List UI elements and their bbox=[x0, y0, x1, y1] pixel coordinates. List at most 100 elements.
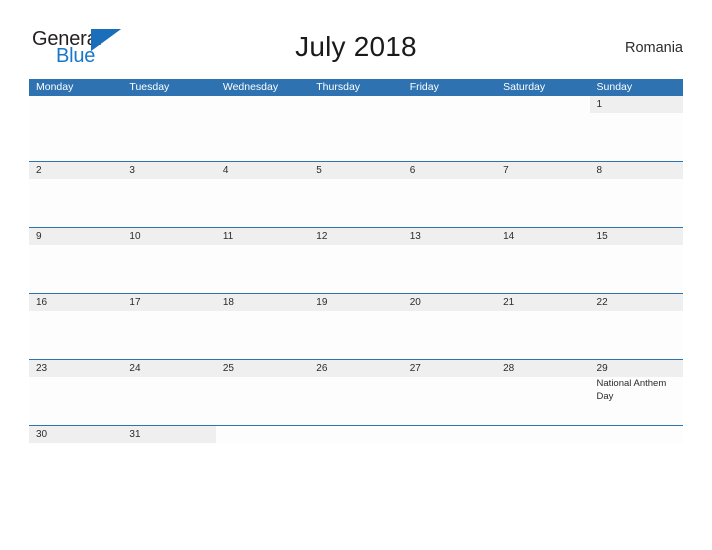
day-cell-28[interactable]: 28 bbox=[496, 360, 590, 425]
day-number: 29 bbox=[596, 363, 608, 374]
day-number: 4 bbox=[222, 165, 229, 176]
day-number: 3 bbox=[129, 165, 135, 176]
day-cell-6[interactable]: 6 bbox=[402, 162, 497, 227]
day-cell-empty bbox=[403, 426, 496, 444]
day-cell-1[interactable]: 1 bbox=[589, 96, 683, 161]
day-cell-26[interactable]: 26 bbox=[309, 360, 403, 425]
day-cell-22[interactable]: 22 bbox=[589, 294, 683, 359]
day-cell-31[interactable]: 31 bbox=[122, 426, 216, 444]
weekday-header-monday: Monday bbox=[36, 81, 74, 93]
day-number: 18 bbox=[222, 297, 234, 308]
day-number: 15 bbox=[596, 231, 608, 242]
day-cell-2[interactable]: 2 bbox=[29, 162, 123, 227]
day-number: 9 bbox=[36, 231, 42, 242]
weekday-header-saturday: Saturday bbox=[503, 81, 546, 93]
day-number-band bbox=[402, 162, 497, 179]
day-cell-17[interactable]: 17 bbox=[122, 294, 216, 359]
calendar-week-row: 2 3 4 5 6 7 8 bbox=[29, 161, 683, 227]
day-number-band bbox=[29, 162, 123, 179]
day-cell-20[interactable]: 20 bbox=[402, 294, 497, 359]
day-cell-10[interactable]: 10 bbox=[122, 228, 216, 293]
calendar-week-row: 1 bbox=[29, 96, 683, 161]
day-number: 20 bbox=[409, 297, 421, 308]
day-cell-15[interactable]: 15 bbox=[589, 228, 683, 293]
week-body: 23 24 25 26 27 28 29 National Anthem Day bbox=[29, 360, 683, 425]
calendar-page: General Blue July 2018 Romania Monday Tue… bbox=[0, 0, 712, 550]
calendar-week-row: 30 31 bbox=[29, 425, 683, 444]
day-number-band bbox=[215, 162, 310, 179]
day-number: 31 bbox=[129, 429, 141, 440]
day-cell-27[interactable]: 27 bbox=[402, 360, 497, 425]
calendar-week-row: 16 17 18 19 20 21 22 bbox=[29, 293, 683, 359]
day-cell-30[interactable]: 30 bbox=[29, 426, 123, 444]
day-cell-empty bbox=[122, 96, 215, 161]
day-cell-13[interactable]: 13 bbox=[402, 228, 497, 293]
day-cell-empty bbox=[29, 96, 122, 161]
day-number: 25 bbox=[222, 363, 234, 374]
day-number: 28 bbox=[503, 363, 515, 374]
day-number-band bbox=[122, 162, 216, 179]
day-number: 30 bbox=[36, 429, 48, 440]
day-number: 11 bbox=[222, 231, 234, 242]
day-events: National Anthem Day bbox=[597, 378, 681, 403]
page-header: General Blue July 2018 Romania bbox=[29, 26, 683, 72]
region-label: Romania bbox=[624, 40, 683, 56]
day-cell-24[interactable]: 24 bbox=[122, 360, 216, 425]
calendar-weeks: 1 2 3 4 5 6 7 8 9 10 11 12 13 14 15 16 17 18 19 20 21 22 23 24 2… bbox=[29, 96, 683, 444]
day-cell-7[interactable]: 7 bbox=[496, 162, 590, 227]
day-number: 21 bbox=[503, 297, 515, 308]
weekday-header-thursday: Thursday bbox=[316, 81, 361, 93]
day-number: 17 bbox=[129, 297, 141, 308]
day-number: 2 bbox=[36, 165, 42, 176]
day-number: 10 bbox=[129, 231, 141, 242]
holiday-event: National Anthem Day bbox=[596, 378, 667, 402]
day-number: 8 bbox=[596, 165, 603, 176]
day-number: 14 bbox=[503, 231, 515, 242]
day-number: 19 bbox=[316, 297, 328, 308]
day-number: 23 bbox=[36, 363, 48, 374]
week-body: 30 31 bbox=[29, 426, 683, 444]
day-number-band bbox=[496, 162, 590, 179]
day-number: 27 bbox=[409, 363, 421, 374]
day-cell-29[interactable]: 29 National Anthem Day bbox=[589, 360, 683, 425]
day-cell-3[interactable]: 3 bbox=[122, 162, 216, 227]
day-number: 13 bbox=[409, 231, 421, 242]
calendar-week-row: 23 24 25 26 27 28 29 National Anthem Day bbox=[29, 359, 683, 425]
day-number-band bbox=[589, 162, 683, 179]
day-cell-empty bbox=[403, 96, 496, 161]
day-number: 12 bbox=[316, 231, 328, 242]
week-body: 16 17 18 19 20 21 22 bbox=[29, 294, 683, 359]
day-cell-18[interactable]: 18 bbox=[215, 294, 310, 359]
day-cell-empty bbox=[309, 96, 402, 161]
day-cell-empty bbox=[496, 426, 589, 444]
day-cell-5[interactable]: 5 bbox=[309, 162, 403, 227]
day-cell-8[interactable]: 8 bbox=[589, 162, 683, 227]
weekday-header-sunday: Sunday bbox=[596, 81, 633, 93]
day-cell-23[interactable]: 23 bbox=[29, 360, 123, 425]
week-body: 2 3 4 5 6 7 8 bbox=[29, 162, 683, 227]
day-cell-12[interactable]: 12 bbox=[309, 228, 403, 293]
weekday-header-wednesday: Wednesday bbox=[222, 81, 279, 93]
day-number: 7 bbox=[503, 165, 509, 176]
week-body: 9 10 11 12 13 14 15 bbox=[29, 228, 683, 293]
day-number: 26 bbox=[316, 363, 328, 374]
day-cell-empty bbox=[496, 96, 589, 161]
day-cell-25[interactable]: 25 bbox=[215, 360, 310, 425]
week-body: 1 bbox=[29, 96, 683, 161]
day-cell-19[interactable]: 19 bbox=[309, 294, 403, 359]
day-cell-11[interactable]: 11 bbox=[215, 228, 310, 293]
day-cell-4[interactable]: 4 bbox=[215, 162, 310, 227]
day-number-band bbox=[589, 96, 683, 113]
day-cell-empty bbox=[590, 426, 683, 444]
day-cell-21[interactable]: 21 bbox=[496, 294, 590, 359]
calendar-week-row: 9 10 11 12 13 14 15 bbox=[29, 227, 683, 293]
day-number: 6 bbox=[409, 165, 416, 176]
day-cell-empty bbox=[216, 96, 309, 161]
day-cell-16[interactable]: 16 bbox=[29, 294, 123, 359]
day-number-band bbox=[309, 162, 403, 179]
day-cell-empty bbox=[309, 426, 402, 444]
day-cell-9[interactable]: 9 bbox=[29, 228, 123, 293]
day-cell-14[interactable]: 14 bbox=[496, 228, 590, 293]
day-cell-empty bbox=[216, 426, 309, 444]
day-number: 24 bbox=[129, 363, 141, 374]
